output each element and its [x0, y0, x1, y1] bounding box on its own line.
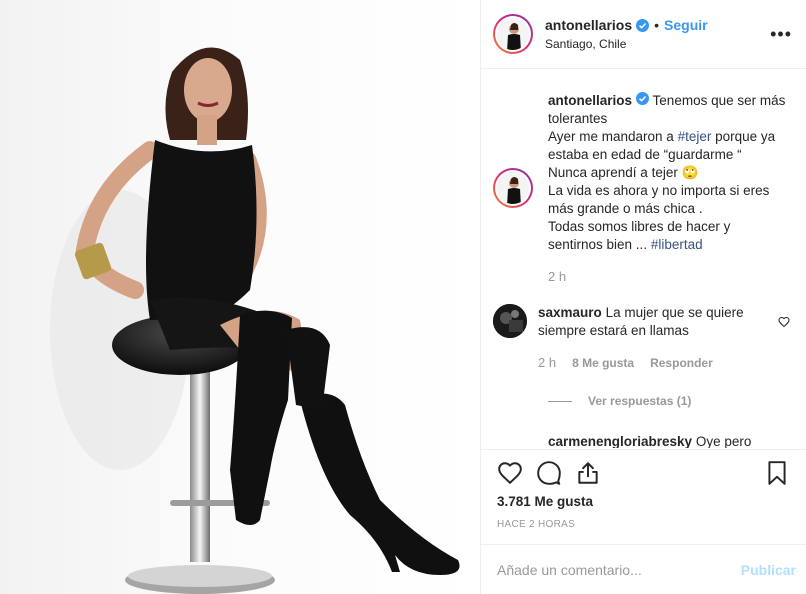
caption-timestamp[interactable]: 2 h: [548, 268, 785, 286]
commenter-username[interactable]: carmenengloriabresky: [548, 434, 692, 448]
comment-like-heart-icon[interactable]: [778, 316, 790, 328]
comment-body: saxmauro La mujer que se quiere siempre …: [538, 304, 758, 372]
post-photo-illustration: [50, 47, 460, 594]
caption-avatar-illustration: [497, 172, 529, 204]
commenter-avatar[interactable]: [493, 304, 527, 338]
comment-text-line: saxmauro La mujer que se quiere: [538, 304, 758, 322]
likes-count[interactable]: 3.781 Me gusta: [497, 494, 790, 509]
post-photo[interactable]: [0, 0, 480, 594]
comment-bubble-icon[interactable]: [536, 460, 562, 486]
author-avatar[interactable]: [493, 14, 533, 54]
caption-line: antonellarios Tenemos que ser más: [548, 92, 785, 110]
caption-text-line: Nunca aprendí a tejer 🙄: [548, 165, 699, 180]
hashtag-link[interactable]: #libertad: [651, 237, 703, 252]
header-text: antonellarios • Seguir Santiago, Chile: [545, 17, 708, 51]
follow-button[interactable]: Seguir: [664, 17, 708, 33]
post-actions: 3.781 Me gusta HACE 2 HORAS: [481, 449, 806, 530]
comment-meta: 2 h 8 Me gusta Responder: [538, 354, 758, 372]
caption-text-fragment: sentirnos bien ...: [548, 237, 651, 252]
caption-avatar-image: [497, 172, 529, 204]
publish-button[interactable]: Publicar: [741, 562, 796, 578]
commenter-username[interactable]: saxmauro: [538, 305, 602, 320]
comment-timestamp[interactable]: 2 h: [538, 354, 556, 372]
comments-section[interactable]: antonellarios Tenemos que ser más tolera…: [481, 70, 806, 448]
caption-text-line: más grande o más chica .: [548, 201, 703, 216]
post-location[interactable]: Santiago, Chile: [545, 37, 708, 51]
post-side-panel: antonellarios • Seguir Santiago, Chile •…: [480, 0, 806, 594]
post-timestamp[interactable]: HACE 2 HORAS: [497, 519, 790, 530]
comment-text: siempre estará en llamas: [538, 323, 689, 338]
caption-line: sentirnos bien ... #libertad: [548, 236, 785, 254]
bookmark-save-icon[interactable]: [764, 460, 790, 486]
add-comment-bar: Publicar: [481, 544, 806, 594]
author-username[interactable]: antonellarios: [545, 17, 632, 33]
caption-text-line: tolerantes: [548, 111, 608, 126]
comment-item: carmenengloriabresky Oye pero: [548, 434, 792, 448]
verified-badge-icon: [636, 92, 650, 105]
hashtag-link[interactable]: #tejer: [678, 129, 712, 144]
header-line: antonellarios • Seguir: [545, 17, 708, 33]
author-avatar-image: [497, 18, 529, 50]
caption-text: antonellarios Tenemos que ser más tolera…: [548, 92, 785, 286]
author-avatar-illustration: [497, 18, 529, 50]
reply-button[interactable]: Responder: [650, 354, 713, 372]
caption-line: Ayer me mandaron a #tejer porque ya: [548, 128, 785, 146]
action-icons-bar: [497, 450, 790, 496]
caption-author-avatar[interactable]: [493, 168, 533, 208]
caption-text-line: La vida es ahora y no importa si eres: [548, 183, 770, 198]
add-comment-input[interactable]: [497, 561, 741, 578]
author-avatar-ring: [495, 16, 531, 52]
comment-item: saxmauro La mujer que se quiere siempre …: [493, 304, 792, 372]
caption-text-line: Tenemos que ser más: [652, 93, 786, 108]
caption-text-fragment: porque ya: [711, 129, 776, 144]
instagram-post-view: antonellarios • Seguir Santiago, Chile •…: [0, 0, 806, 594]
view-replies-label: Ver respuestas (1): [588, 394, 692, 408]
caption-username[interactable]: antonellarios: [548, 93, 632, 108]
comment-likes[interactable]: 8 Me gusta: [572, 354, 634, 372]
caption-avatar-ring: [495, 170, 531, 206]
comment-text: Oye pero: [695, 434, 752, 448]
caption-text-line: estaba en edad de “guardarme “: [548, 147, 742, 162]
more-options-icon[interactable]: •••: [770, 24, 792, 45]
share-icon[interactable]: [575, 460, 601, 486]
view-replies-button[interactable]: Ver respuestas (1): [548, 394, 792, 408]
replies-divider: [548, 400, 572, 402]
comment-text: La mujer que se quiere: [605, 305, 744, 320]
post-caption: antonellarios Tenemos que ser más tolera…: [493, 92, 792, 286]
post-header: antonellarios • Seguir Santiago, Chile •…: [481, 0, 806, 69]
commenter-avatar-illustration: [493, 304, 527, 338]
verified-badge-icon: [636, 18, 650, 32]
caption-text-fragment: Ayer me mandaron a: [548, 129, 678, 144]
separator-dot: •: [654, 17, 660, 33]
like-heart-icon[interactable]: [497, 460, 523, 486]
caption-avatar-column: [493, 92, 537, 286]
caption-text-line: Todas somos libres de hacer y: [548, 219, 731, 234]
